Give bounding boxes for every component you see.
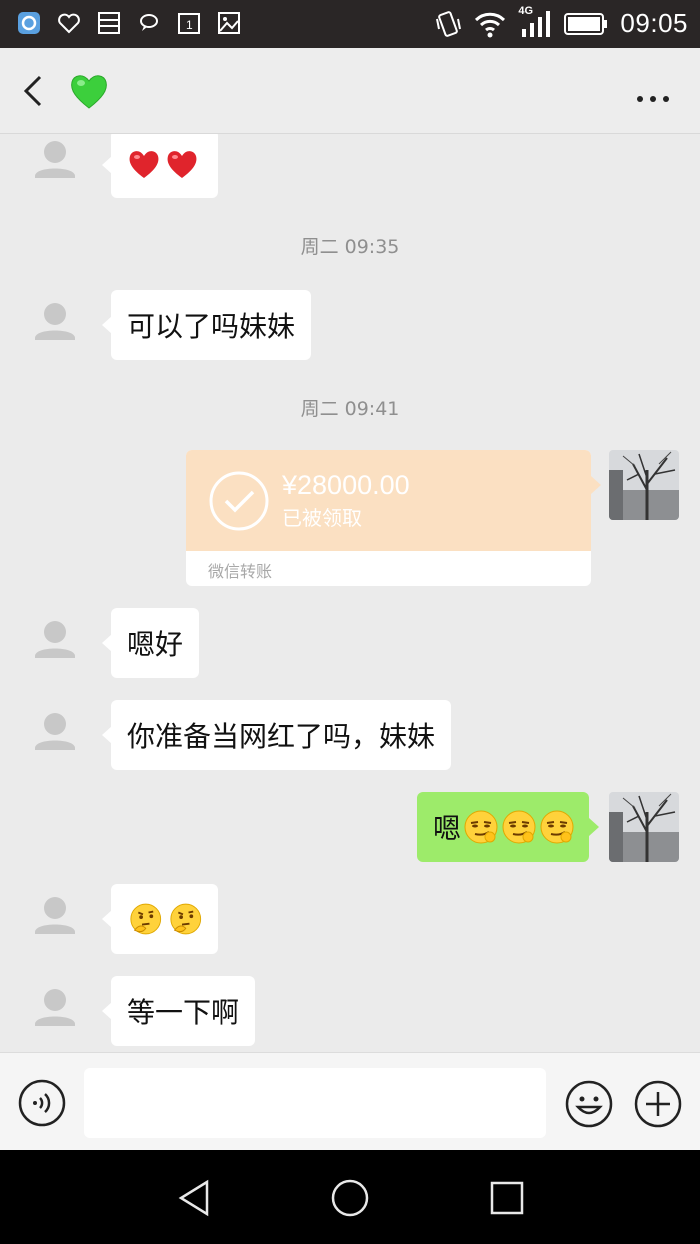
wechat-transfer-card[interactable]: ¥28000.00 已被领取 微信转账	[186, 450, 591, 586]
nav-back-button[interactable]	[175, 1178, 215, 1218]
contact-avatar[interactable]	[20, 884, 90, 954]
transfer-amount: ¥28000.00	[282, 470, 410, 500]
default-avatar-icon	[20, 290, 90, 360]
default-avatar-icon	[20, 884, 90, 954]
message-bubble-thinking[interactable]	[102, 884, 218, 954]
square-recents-icon	[490, 1181, 524, 1215]
plus-icon	[634, 1080, 682, 1128]
default-avatar-icon	[20, 134, 90, 198]
my-avatar[interactable]	[609, 450, 679, 520]
signal-icon: 4G	[518, 5, 552, 39]
check-circle-icon	[209, 471, 269, 531]
contact-avatar[interactable]	[20, 976, 90, 1046]
message-bubble[interactable]: 等一下啊	[101, 976, 256, 1046]
clock-time: 09:05	[620, 8, 688, 38]
message-bubble[interactable]: 你准备当网红了吗，妹妹	[101, 700, 452, 770]
thinking-emoji	[169, 903, 201, 935]
emoji-button[interactable]	[564, 1079, 614, 1129]
transfer-card-tail	[591, 476, 601, 494]
svg-text:1: 1	[186, 18, 193, 32]
wifi-icon	[475, 12, 506, 37]
status-bar: 1 4G 09:05	[0, 0, 700, 48]
status-system-icons: 4G 09:05	[434, 5, 688, 39]
more-options-button[interactable]	[636, 88, 670, 102]
timestamp: 周二 09:35	[300, 236, 400, 258]
browser-app-icon	[16, 10, 42, 36]
contact-avatar[interactable]	[20, 700, 90, 770]
chevron-left-icon	[23, 75, 42, 107]
circle-home-icon	[331, 1179, 369, 1217]
default-avatar-icon	[20, 976, 90, 1046]
my-avatar[interactable]	[609, 792, 679, 862]
contact-avatar[interactable]	[20, 608, 90, 678]
calendar-icon: 1	[176, 10, 202, 36]
system-nav-bar	[0, 1150, 700, 1244]
thinking-emoji	[130, 903, 162, 935]
tree-photo-avatar	[609, 450, 679, 520]
contact-avatar[interactable]	[20, 134, 90, 198]
message-bubble[interactable]: 嗯好	[101, 608, 200, 678]
voice-button[interactable]	[18, 1079, 66, 1127]
message-input[interactable]	[84, 1068, 546, 1138]
triangle-back-icon	[178, 1179, 209, 1217]
message-bubble-sent[interactable]: 嗯	[417, 792, 599, 862]
more-functions-button[interactable]	[633, 1079, 683, 1129]
transfer-card-body: ¥28000.00 已被领取	[186, 450, 591, 551]
voice-icon	[18, 1079, 66, 1127]
message-bubble[interactable]: 可以了吗妹妹	[101, 290, 312, 360]
storage-icon	[96, 10, 122, 36]
heart-shield-icon	[56, 10, 82, 36]
red-heart-emoji	[167, 151, 197, 178]
red-heart-emoji	[129, 151, 159, 178]
transfer-status: 已被领取	[282, 506, 362, 530]
battery-icon	[564, 12, 608, 35]
message-text: 嗯	[433, 812, 462, 845]
chat-message-list[interactable]: 周二 09:35 可以了吗妹妹 周二 09:41 ¥28000.00 已被领取 …	[0, 134, 700, 1052]
default-avatar-icon	[20, 608, 90, 678]
tree-photo-avatar	[609, 792, 679, 862]
more-dots-icon	[637, 96, 669, 102]
nav-recent-apps-button[interactable]	[487, 1178, 527, 1218]
nav-home-button[interactable]	[330, 1178, 370, 1218]
chat-header	[0, 48, 700, 134]
emoji-icon	[565, 1080, 613, 1128]
smirk-emoji	[502, 810, 536, 844]
vibrate-icon	[436, 10, 462, 37]
chat-bubble-icon	[136, 10, 162, 36]
gallery-icon	[216, 10, 242, 36]
smirk-emoji	[540, 810, 574, 844]
transfer-label: 微信转账	[208, 562, 273, 581]
green-heart-emoji	[68, 70, 110, 112]
default-avatar-icon	[20, 700, 90, 770]
status-notification-icons: 1	[16, 10, 242, 36]
smirk-emoji	[464, 810, 498, 844]
back-button[interactable]	[20, 74, 50, 108]
contact-avatar[interactable]	[20, 290, 90, 360]
message-bubble-hearts[interactable]	[102, 134, 218, 198]
timestamp: 周二 09:41	[300, 398, 400, 420]
input-bar	[0, 1052, 700, 1150]
